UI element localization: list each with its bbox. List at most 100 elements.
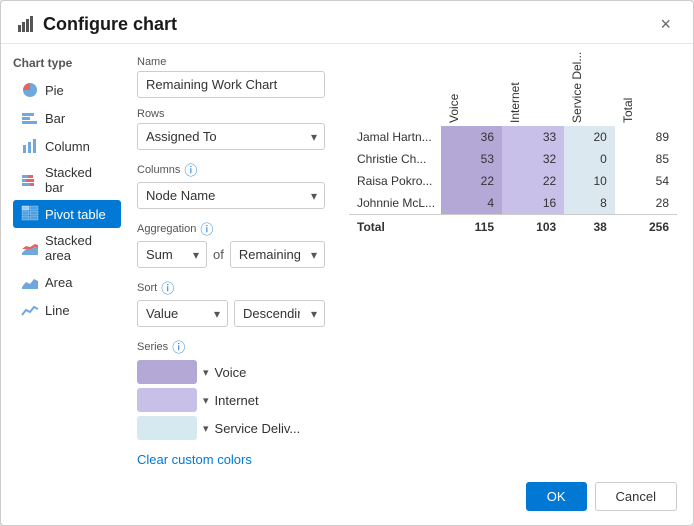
series-info-icon[interactable]: ⓘ	[172, 337, 185, 356]
bar-chart-icon	[21, 109, 39, 127]
internet-color-box[interactable]	[137, 388, 197, 412]
dialog-title: Configure chart	[43, 14, 654, 35]
chart-name-input[interactable]	[137, 71, 325, 98]
chart-type-line-label: Line	[45, 303, 70, 318]
internet-chevron: ▾	[203, 394, 209, 407]
col-header-empty	[349, 66, 441, 126]
row-label-0: Jamal Hartn...	[349, 126, 441, 148]
col-header-total: Total	[615, 66, 677, 126]
col-header-internet: Internet	[502, 66, 564, 126]
cell-total-1: 85	[615, 148, 677, 170]
columns-select[interactable]: Node Name Assigned To Status	[137, 182, 325, 209]
chart-type-bar[interactable]: Bar	[13, 104, 121, 132]
pie-chart-icon	[21, 81, 39, 99]
series-item-service: ▾ Service Deliv...	[137, 416, 325, 440]
row-label-2: Raisa Pokro...	[349, 170, 441, 192]
chart-type-area[interactable]: Area	[13, 268, 121, 296]
dialog-footer: OK Cancel	[1, 472, 693, 525]
chart-type-area-label: Area	[45, 275, 72, 290]
ok-button[interactable]: OK	[526, 482, 587, 511]
aggregation-field-label: Aggregation ⓘ	[137, 219, 325, 238]
total-service: 38	[564, 215, 615, 239]
rows-select[interactable]: Assigned To Node Name Status	[137, 123, 325, 150]
cell-total-0: 89	[615, 126, 677, 148]
chart-type-label: Chart type	[13, 56, 121, 70]
chart-config-icon	[17, 15, 35, 33]
sort-dir-wrap: Ascending Descending	[234, 300, 325, 327]
chart-type-pivot-table[interactable]: Pivot table	[13, 200, 121, 228]
clear-custom-colors-link[interactable]: Clear custom colors	[137, 452, 252, 467]
internet-label: Internet	[215, 393, 259, 408]
voice-color-box[interactable]	[137, 360, 197, 384]
aggregation-func-wrap: Sum Count Avg Min Max	[137, 241, 207, 268]
chart-preview: Voice Internet Service Del... Total Jama…	[341, 56, 693, 472]
voice-chevron: ▾	[203, 366, 209, 379]
cell-service-1: 0	[564, 148, 615, 170]
of-label: of	[213, 247, 224, 262]
series-item-voice: ▾ Voice	[137, 360, 325, 384]
table-row: Christie Ch... 53 32 0 85	[349, 148, 677, 170]
columns-info-icon[interactable]: ⓘ	[184, 160, 197, 179]
sort-by-select[interactable]: Value Label	[137, 300, 228, 327]
row-label-1: Christie Ch...	[349, 148, 441, 170]
line-chart-icon	[21, 301, 39, 319]
chart-type-pie-label: Pie	[45, 83, 64, 98]
cell-voice-3: 4	[441, 192, 502, 215]
cell-service-3: 8	[564, 192, 615, 215]
cell-internet-0: 33	[502, 126, 564, 148]
sort-dir-select[interactable]: Ascending Descending	[234, 300, 325, 327]
aggregation-field-wrap: Remaining Work Completed Work Hours	[230, 241, 325, 268]
cell-internet-2: 22	[502, 170, 564, 192]
cancel-button[interactable]: Cancel	[595, 482, 677, 511]
cell-voice-1: 53	[441, 148, 502, 170]
configure-chart-dialog: Configure chart × Chart type Pie	[0, 0, 694, 526]
chart-type-bar-label: Bar	[45, 111, 65, 126]
aggregation-info-icon[interactable]: ⓘ	[200, 219, 213, 238]
sort-info-icon[interactable]: ⓘ	[161, 278, 174, 297]
chart-type-column-label: Column	[45, 139, 90, 154]
chart-type-line[interactable]: Line	[13, 296, 121, 324]
table-row: Raisa Pokro... 22 22 10 54	[349, 170, 677, 192]
config-panel: Name Rows Assigned To Node Name Status C…	[121, 56, 341, 472]
voice-label: Voice	[215, 365, 247, 380]
name-field-label: Name	[137, 56, 325, 68]
columns-field-label: Columns ⓘ	[137, 160, 325, 179]
series-item-internet: ▾ Internet	[137, 388, 325, 412]
cell-service-0: 20	[564, 126, 615, 148]
service-chevron: ▾	[203, 422, 209, 435]
rows-field-label: Rows	[137, 108, 325, 120]
total-internet: 103	[502, 215, 564, 239]
chart-type-stacked-bar[interactable]: Stacked bar	[13, 160, 121, 200]
chart-type-pie[interactable]: Pie	[13, 76, 121, 104]
close-button[interactable]: ×	[654, 13, 677, 35]
chart-type-stacked-bar-label: Stacked bar	[45, 165, 113, 195]
table-row: Jamal Hartn... 36 33 20 89	[349, 126, 677, 148]
table-total-row: Total 115 103 38 256	[349, 215, 677, 239]
chart-type-panel: Chart type Pie Bar	[1, 56, 121, 472]
cell-total-3: 28	[615, 192, 677, 215]
chart-type-stacked-area[interactable]: Stacked area	[13, 228, 121, 268]
aggregation-field-select[interactable]: Remaining Work Completed Work Hours	[230, 241, 325, 268]
total-row-label: Total	[349, 215, 441, 239]
chart-type-column[interactable]: Column	[13, 132, 121, 160]
service-label: Service Deliv...	[215, 421, 301, 436]
row-label-3: Johnnie McL...	[349, 192, 441, 215]
cell-internet-3: 16	[502, 192, 564, 215]
service-color-box[interactable]	[137, 416, 197, 440]
col-header-voice: Voice	[441, 66, 502, 126]
series-label: Series ⓘ	[137, 337, 325, 356]
column-chart-icon	[21, 137, 39, 155]
columns-select-wrap: Node Name Assigned To Status	[137, 182, 325, 209]
total-total: 256	[615, 215, 677, 239]
cell-internet-1: 32	[502, 148, 564, 170]
cell-voice-2: 22	[441, 170, 502, 192]
rows-select-wrap: Assigned To Node Name Status	[137, 123, 325, 150]
table-row: Johnnie McL... 4 16 8 28	[349, 192, 677, 215]
sort-row: Value Label Ascending Descending	[137, 300, 325, 327]
pivot-table-icon	[21, 205, 39, 223]
aggregation-func-select[interactable]: Sum Count Avg Min Max	[137, 241, 207, 268]
total-voice: 115	[441, 215, 502, 239]
dialog-title-bar: Configure chart ×	[1, 1, 693, 44]
aggregation-row: Sum Count Avg Min Max of Remaining Work …	[137, 241, 325, 268]
chart-type-pivot-label: Pivot table	[45, 207, 106, 222]
